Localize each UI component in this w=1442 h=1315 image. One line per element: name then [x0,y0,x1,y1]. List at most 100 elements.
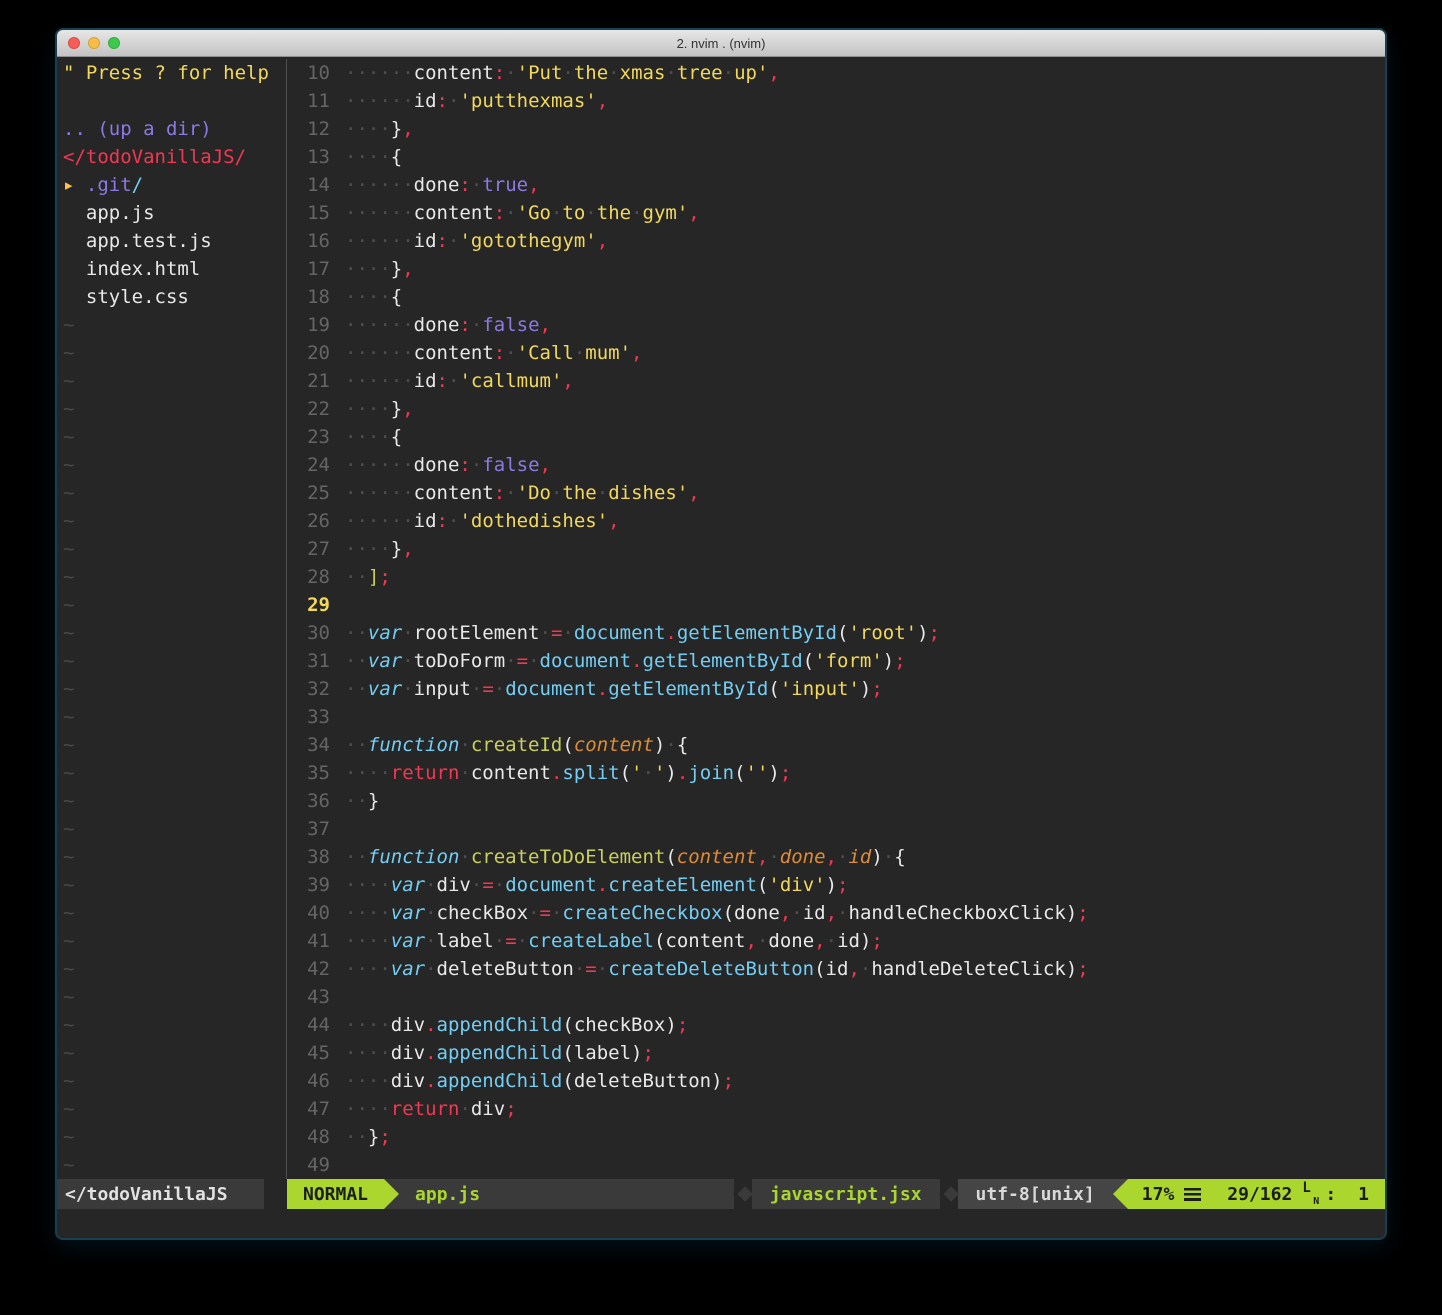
code-line-24[interactable]: 24······done:·false, [287,451,1385,479]
code-line-35[interactable]: 35····return·content.split('·').join('')… [287,759,1385,787]
code-line-26[interactable]: 26······id:·'dothedishes', [287,507,1385,535]
code-line-33[interactable]: 33 [287,703,1385,731]
tilde-filler-line: ~ [57,815,286,843]
code-line-43[interactable]: 43 [287,983,1385,1011]
code-line-36[interactable]: 36··} [287,787,1385,815]
tilde-filler-line: ~ [57,675,286,703]
line-number: 10 [287,59,345,87]
code-line-38[interactable]: 38··function·createToDoElement(content,·… [287,843,1385,871]
statusline: </todoVanillaJS NORMAL app.js javascript… [57,1179,1385,1209]
line-number: 45 [287,1039,345,1067]
code-line-11[interactable]: 11······id:·'putthexmas', [287,87,1385,115]
chevron-left-icon [733,1184,753,1204]
code-line-34[interactable]: 34··function·createId(content)·{ [287,731,1385,759]
code-line-42[interactable]: 42····var·deleteButton·=·createDeleteBut… [287,955,1385,983]
tree-root[interactable]: </todoVanillaJS/ [57,143,286,171]
tilde-filler-line: ~ [57,731,286,759]
line-number: 39 [287,871,345,899]
line-number: 32 [287,675,345,703]
tilde-filler-line: ~ [57,1123,286,1151]
zoom-button[interactable] [108,37,120,49]
code-line-48[interactable]: 48··}; [287,1123,1385,1151]
statusline-filename: app.js [399,1179,484,1209]
code-line-28[interactable]: 28··]; [287,563,1385,591]
tree-file-app-test-js[interactable]: app.test.js [57,227,286,255]
tilde-filler-line: ~ [57,619,286,647]
statusline-tree-path: </todoVanillaJS [57,1179,264,1209]
tree-dir-git[interactable]: ▸ .git/ [57,171,286,199]
window-title: 2. nvim . (nvim) [677,36,766,51]
code-line-32[interactable]: 32··var·input·=·document.getElementById(… [287,675,1385,703]
tilde-filler-line: ~ [57,927,286,955]
tilde-filler-line: ~ [57,871,286,899]
tilde-filler-line: ~ [57,983,286,1011]
tilde-filler-line: ~ [57,787,286,815]
line-number: 44 [287,1011,345,1039]
code-line-18[interactable]: 18····{ [287,283,1385,311]
line-position: 29/162 [1227,1184,1292,1205]
code-line-40[interactable]: 40····var·checkBox·=·createCheckbox(done… [287,899,1385,927]
tilde-filler-line: ~ [57,367,286,395]
code-line-30[interactable]: 30··var·rootElement·=·document.getElemen… [287,619,1385,647]
code-line-45[interactable]: 45····div.appendChild(label); [287,1039,1385,1067]
traffic-lights [68,37,120,49]
statusline-gap [264,1179,287,1209]
tilde-filler-line: ~ [57,1095,286,1123]
line-number: 48 [287,1123,345,1151]
code-line-23[interactable]: 23····{ [287,423,1385,451]
window-titlebar[interactable]: 2. nvim . (nvim) [57,30,1385,57]
line-number: 12 [287,115,345,143]
code-line-49[interactable]: 49 [287,1151,1385,1179]
nvim-main-area: " Press ? for help.. (up a dir)</todoVan… [57,57,1385,1179]
line-number: 18 [287,283,345,311]
code-line-21[interactable]: 21······id:·'callmum', [287,367,1385,395]
code-line-10[interactable]: 10······content:·'Put·the·xmas·tree·up', [287,59,1385,87]
hamburger-icon [1184,1188,1201,1201]
code-line-25[interactable]: 25······content:·'Do·the·dishes', [287,479,1385,507]
code-line-29[interactable]: 29 [287,591,1385,619]
tilde-filler-line: ~ [57,759,286,787]
code-line-22[interactable]: 22····}, [287,395,1385,423]
scroll-percent: 17% [1142,1184,1175,1205]
line-number: 35 [287,759,345,787]
code-line-12[interactable]: 12····}, [287,115,1385,143]
close-button[interactable] [68,37,80,49]
tree-file-app-js[interactable]: app.js [57,199,286,227]
code-line-20[interactable]: 20······content:·'Call·mum', [287,339,1385,367]
code-line-44[interactable]: 44····div.appendChild(checkBox); [287,1011,1385,1039]
tree-up-dir[interactable]: .. (up a dir) [57,115,286,143]
code-line-41[interactable]: 41····var·label·=·createLabel(content,·d… [287,927,1385,955]
line-number: 15 [287,199,345,227]
line-number: 14 [287,171,345,199]
line-number: 30 [287,619,345,647]
code-editor-buffer[interactable]: 10······content:·'Put·the·xmas·tree·up',… [287,59,1385,1179]
column-number: 1 [1358,1184,1369,1205]
tilde-filler-line: ~ [57,703,286,731]
tree-blank [57,87,286,115]
line-number: 27 [287,535,345,563]
code-line-17[interactable]: 17····}, [287,255,1385,283]
code-line-37[interactable]: 37 [287,815,1385,843]
nerdtree-sidebar[interactable]: " Press ? for help.. (up a dir)</todoVan… [57,59,286,1179]
line-number: 40 [287,899,345,927]
code-line-13[interactable]: 13····{ [287,143,1385,171]
line-number: 24 [287,451,345,479]
command-line[interactable] [57,1209,1385,1238]
line-number: 36 [287,787,345,815]
code-line-15[interactable]: 15······content:·'Go·to·the·gym', [287,199,1385,227]
line-number: 33 [287,703,345,731]
code-line-16[interactable]: 16······id:·'gotothegym', [287,227,1385,255]
code-line-47[interactable]: 47····return·div; [287,1095,1385,1123]
terminal-window: 2. nvim . (nvim) " Press ? for help.. (u… [57,30,1385,1238]
code-line-19[interactable]: 19······done:·false, [287,311,1385,339]
tree-file-style-css[interactable]: style.css [57,283,286,311]
position-separator: : [1325,1184,1336,1205]
minimize-button[interactable] [88,37,100,49]
tree-file-index-html[interactable]: index.html [57,255,286,283]
code-line-27[interactable]: 27····}, [287,535,1385,563]
code-line-31[interactable]: 31··var·toDoForm·=·document.getElementBy… [287,647,1385,675]
code-line-39[interactable]: 39····var·div·=·document.createElement('… [287,871,1385,899]
code-line-46[interactable]: 46····div.appendChild(deleteButton); [287,1067,1385,1095]
code-line-14[interactable]: 14······done:·true, [287,171,1385,199]
powerline-arrow-left-icon [1113,1179,1128,1209]
